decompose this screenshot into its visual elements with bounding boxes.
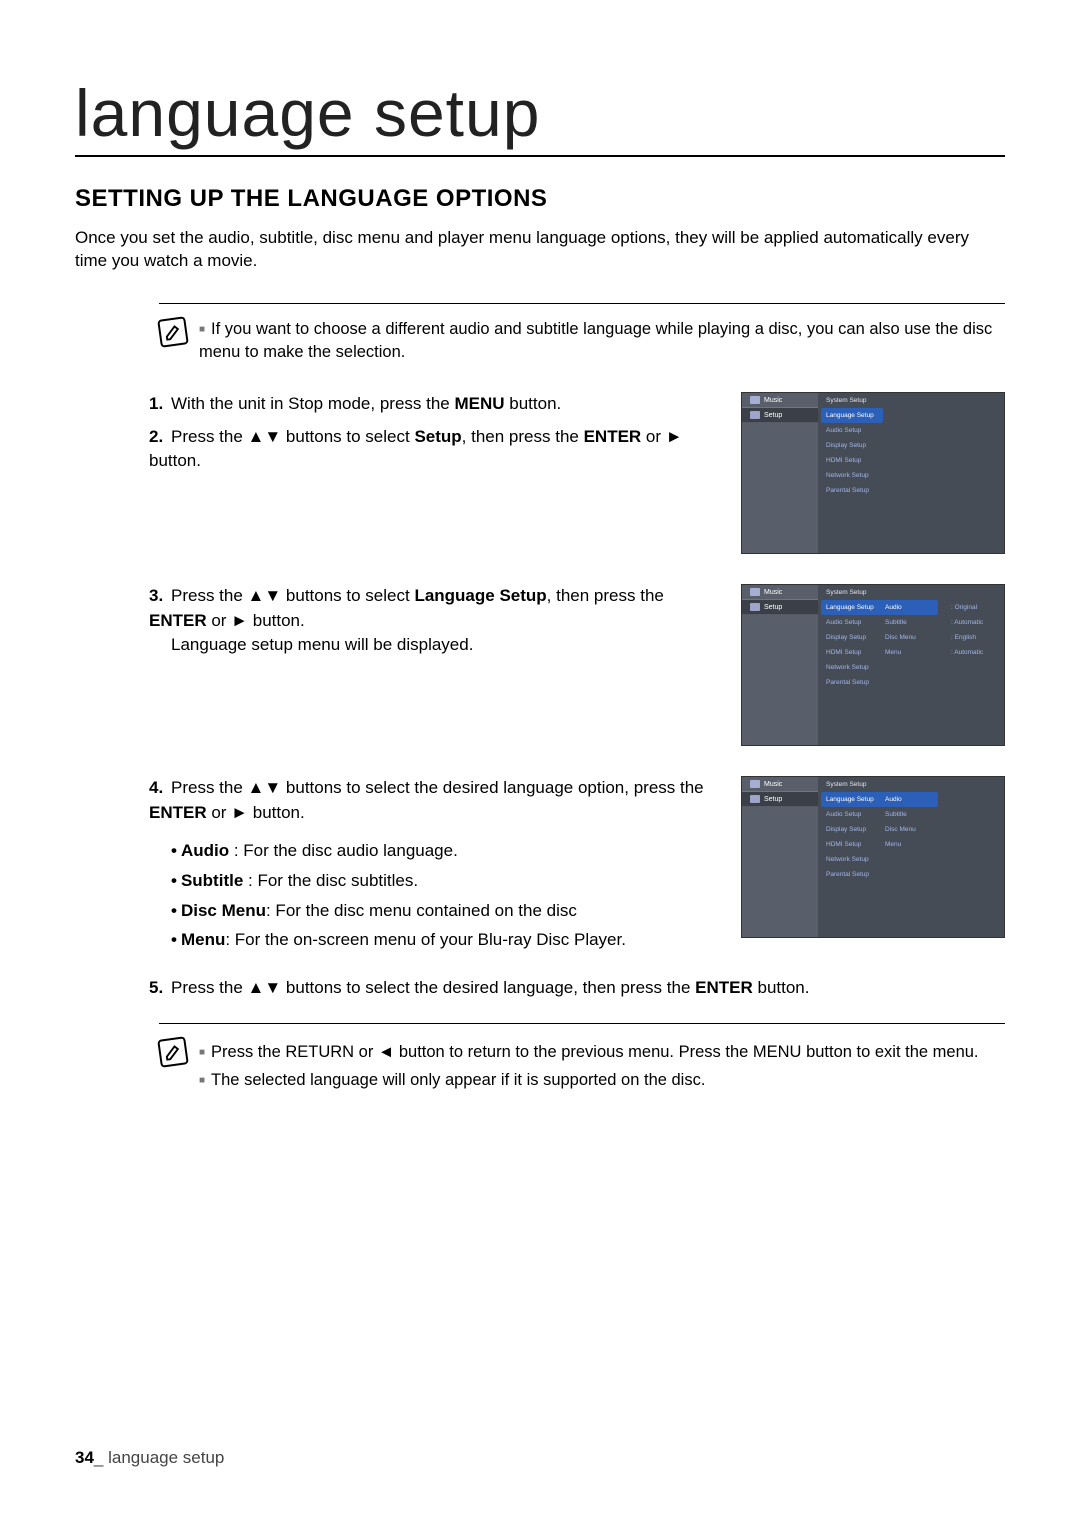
- list-item: •Disc Menu: For the disc menu contained …: [171, 899, 721, 924]
- note-icon: [157, 316, 189, 348]
- submenu-item: Disc Menu: [880, 630, 938, 645]
- menu-item: Audio Setup: [821, 807, 883, 822]
- page-footer: 34_ language setup: [75, 1448, 224, 1468]
- step-number: 5.: [149, 976, 171, 1001]
- screenshot-language-setup: Music Setup System Setup Language Setup …: [741, 584, 1005, 746]
- submenu-item: Audio: [880, 792, 938, 807]
- page-title: language setup: [75, 75, 1005, 157]
- menu-item: HDMI Setup: [821, 645, 883, 660]
- submenu-item: Audio: [880, 600, 938, 615]
- intro-paragraph: Once you set the audio, subtitle, disc m…: [75, 227, 1005, 273]
- sidebar-item-music: Music: [742, 585, 818, 600]
- step-text: 5.Press the ▲▼ buttons to select the des…: [149, 976, 1005, 1001]
- menu-item: Parental Setup: [821, 675, 883, 690]
- menu-item: Parental Setup: [821, 483, 883, 498]
- submenu-value: : Automatic: [946, 615, 1002, 630]
- menu-item: Display Setup: [821, 438, 883, 453]
- gear-icon: [750, 603, 760, 611]
- section-heading: SETTING UP THE LANGUAGE OPTIONS: [75, 185, 1005, 213]
- note-text: ■If you want to choose a different audio…: [199, 318, 1005, 364]
- music-icon: [750, 588, 760, 596]
- submenu-item: Subtitle: [880, 807, 938, 822]
- gear-icon: [750, 795, 760, 803]
- step-row-3: 3.Press the ▲▼ buttons to select Languag…: [149, 584, 1005, 758]
- menu-item: HDMI Setup: [821, 453, 883, 468]
- page-number: 34: [75, 1448, 94, 1467]
- screenshot-setup-menu: Music Setup System Setup Language Setup …: [741, 392, 1005, 554]
- list-item: •Audio : For the disc audio language.: [171, 839, 721, 864]
- submenu-item: Menu: [880, 837, 938, 852]
- menu-item: HDMI Setup: [821, 837, 883, 852]
- submenu-value: : Automatic: [946, 645, 1002, 660]
- sidebar-item-setup: Setup: [742, 600, 818, 615]
- step-number: 3.: [149, 584, 171, 609]
- submenu-value: : Original: [946, 600, 1002, 615]
- square-bullet-icon: ■: [199, 1075, 205, 1086]
- list-item: •Subtitle : For the disc subtitles.: [171, 869, 721, 894]
- note-text: ■Press the RETURN or ◄ button to return …: [199, 1038, 979, 1094]
- menu-item-selected: Language Setup: [821, 792, 883, 807]
- note-block-bottom: ■Press the RETURN or ◄ button to return …: [159, 1023, 1005, 1094]
- square-bullet-icon: ■: [199, 324, 205, 335]
- square-bullet-icon: ■: [199, 1047, 205, 1058]
- sidebar-item-music: Music: [742, 393, 818, 408]
- step-text: 3.Press the ▲▼ buttons to select Languag…: [149, 584, 741, 658]
- sub-option-list: •Audio : For the disc audio language. •S…: [171, 839, 721, 953]
- menu-item: Network Setup: [821, 468, 883, 483]
- menu-item: System Setup: [821, 585, 883, 600]
- gear-icon: [750, 411, 760, 419]
- menu-item: Display Setup: [821, 822, 883, 837]
- submenu-item: Menu: [880, 645, 938, 660]
- screenshot-language-dropdown: Music Setup System Setup Language Setup …: [741, 776, 1005, 938]
- step-number: 1.: [149, 392, 171, 417]
- menu-item: Display Setup: [821, 630, 883, 645]
- step-text: 1.With the unit in Stop mode, press the …: [149, 392, 741, 474]
- music-icon: [750, 780, 760, 788]
- music-icon: [750, 396, 760, 404]
- submenu-item: Subtitle: [880, 615, 938, 630]
- note-block: ■If you want to choose a different audio…: [159, 303, 1005, 364]
- steps-list: 1.With the unit in Stop mode, press the …: [149, 392, 1005, 1000]
- submenu-value: : English: [946, 630, 1002, 645]
- step-number: 2.: [149, 425, 171, 450]
- step-number: 4.: [149, 776, 171, 801]
- step-text: 4.Press the ▲▼ buttons to select the des…: [149, 776, 741, 958]
- step-row-1-2: 1.With the unit in Stop mode, press the …: [149, 392, 1005, 566]
- menu-item: Parental Setup: [821, 867, 883, 882]
- list-item: •Menu: For the on-screen menu of your Bl…: [171, 928, 721, 953]
- step-row-5: 5.Press the ▲▼ buttons to select the des…: [149, 976, 1005, 1001]
- sidebar-item-setup: Setup: [742, 408, 818, 423]
- menu-item: Network Setup: [821, 660, 883, 675]
- menu-item: System Setup: [821, 777, 883, 792]
- step-row-4: 4.Press the ▲▼ buttons to select the des…: [149, 776, 1005, 958]
- menu-item: Audio Setup: [821, 423, 883, 438]
- sidebar-item-music: Music: [742, 777, 818, 792]
- note-icon: [157, 1036, 189, 1068]
- menu-item: System Setup: [821, 393, 883, 408]
- menu-item: Network Setup: [821, 852, 883, 867]
- menu-item-selected: Language Setup: [821, 600, 883, 615]
- menu-item-selected: Language Setup: [821, 408, 883, 423]
- sidebar-item-setup: Setup: [742, 792, 818, 807]
- submenu-item: Disc Menu: [880, 822, 938, 837]
- menu-item: Audio Setup: [821, 615, 883, 630]
